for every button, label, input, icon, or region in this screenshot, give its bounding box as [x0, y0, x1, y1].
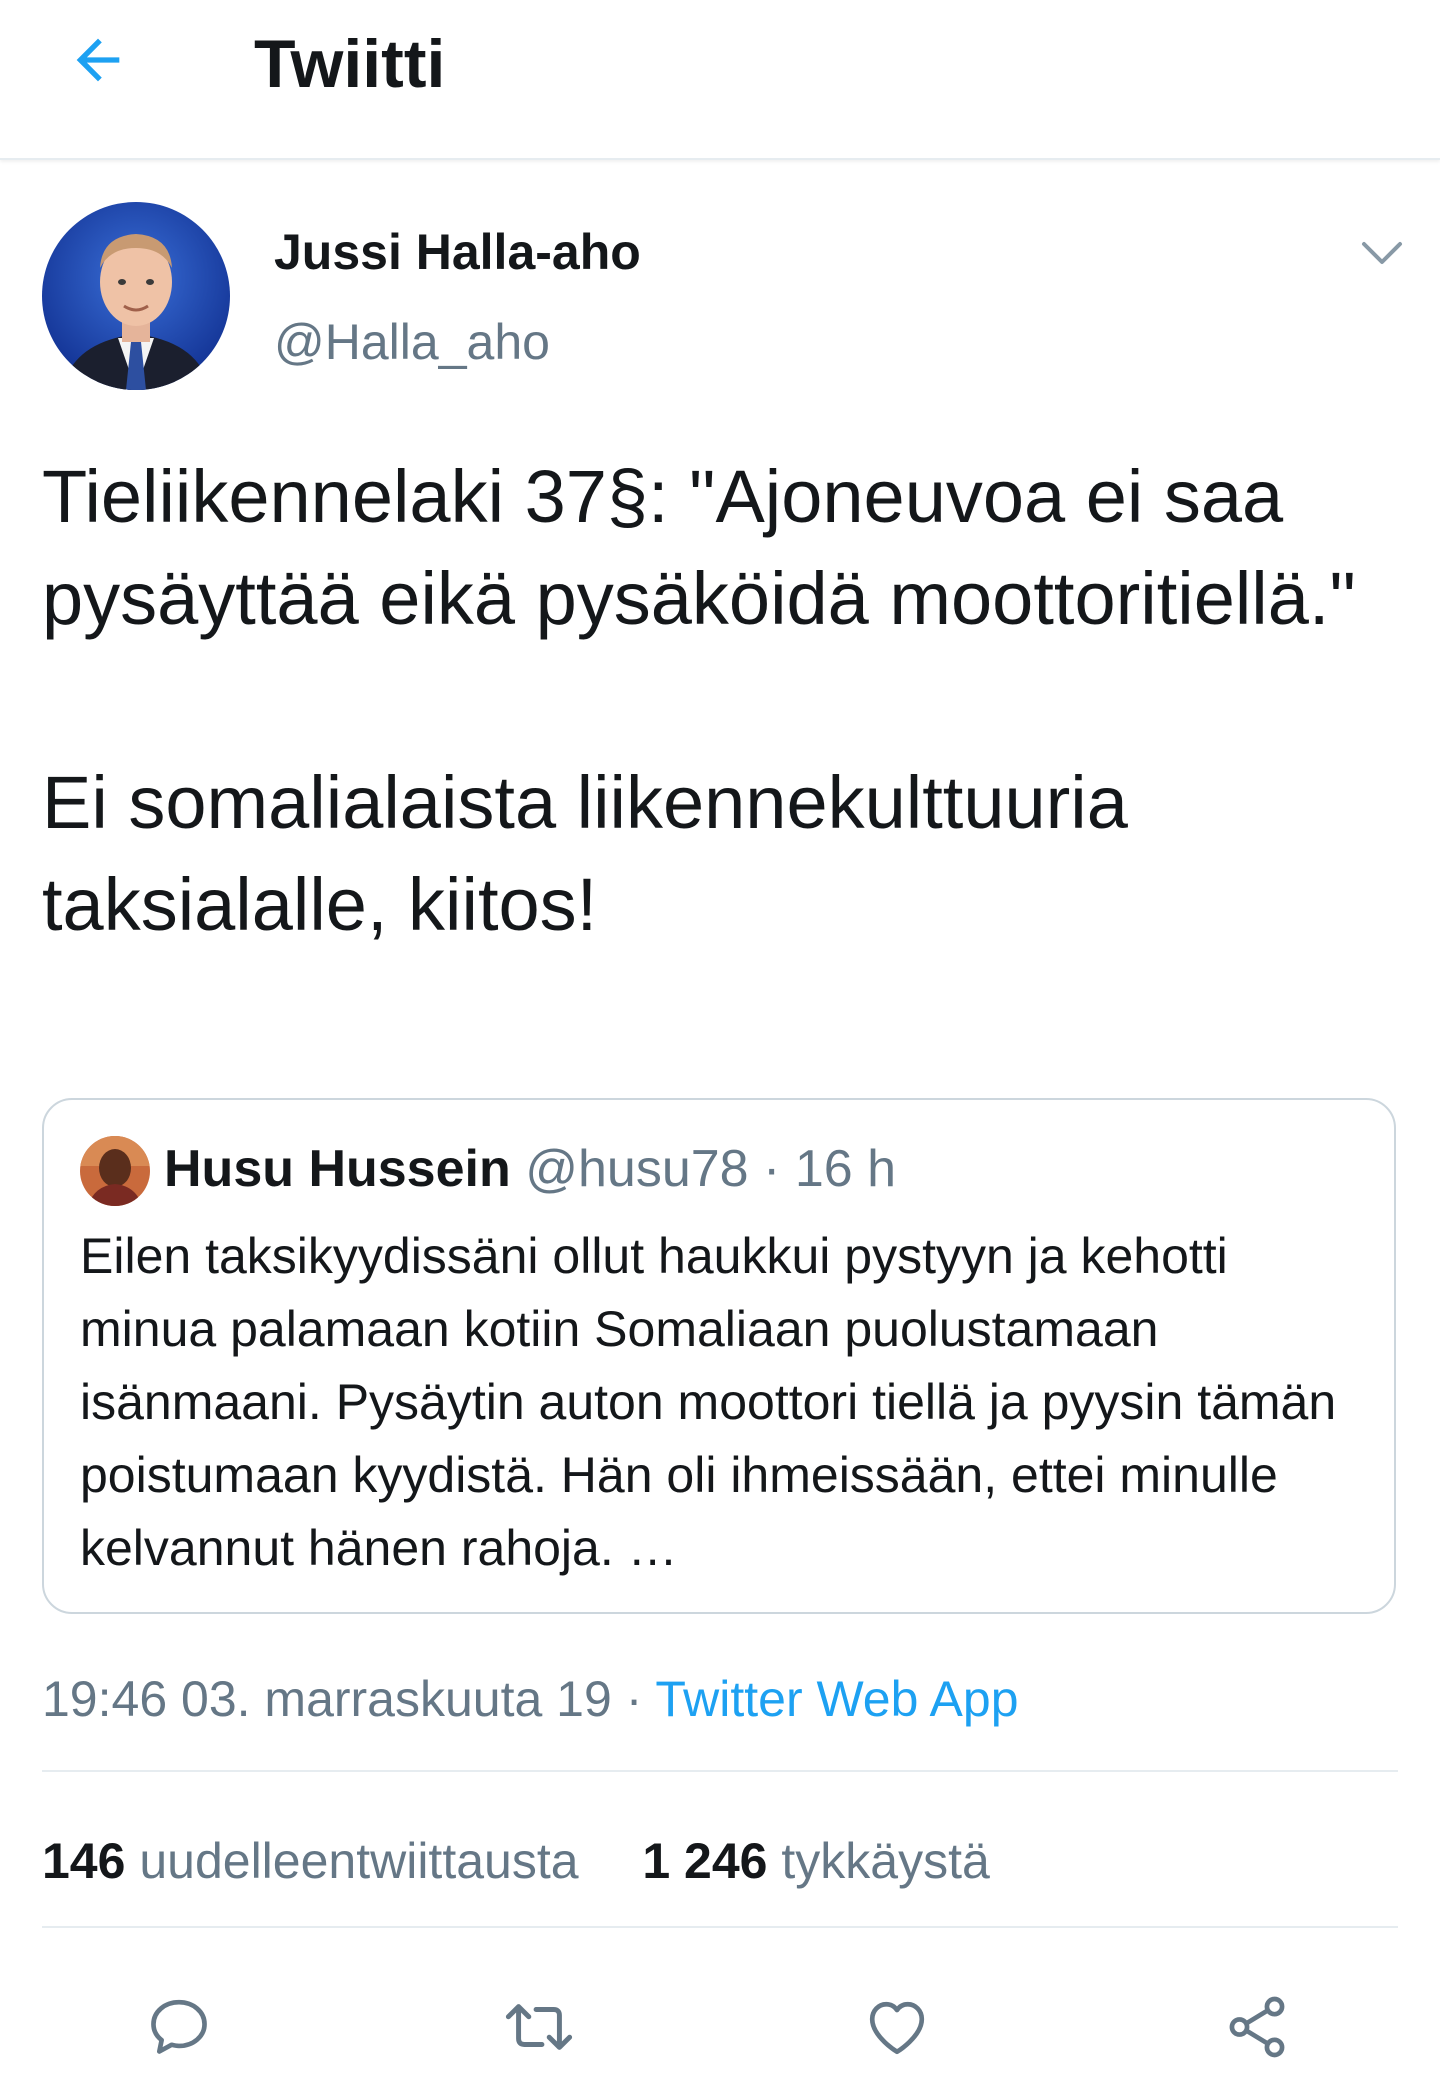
- tweet-text: Tieliikennelaki 37§: "Ajoneuvoa ei saa p…: [42, 446, 1402, 956]
- tweet-paragraph: Tieliikennelaki 37§: "Ajoneuvoa ei saa p…: [42, 455, 1356, 640]
- quoted-separator: ·: [763, 1140, 781, 1198]
- likes-stat[interactable]: 1 246 tykkäystä: [642, 1826, 989, 1896]
- quoted-author-name: Husu Hussein: [164, 1140, 511, 1198]
- tweet-source-link[interactable]: Twitter Web App: [655, 1671, 1018, 1727]
- divider: [42, 1926, 1398, 1928]
- tweet-menu-button[interactable]: [1352, 228, 1412, 278]
- tweet-timestamp: 19:46 03. marraskuuta 19: [42, 1671, 612, 1727]
- author-handle[interactable]: @Halla_aho: [274, 312, 550, 372]
- retweet-button[interactable]: [494, 1982, 584, 2072]
- retweet-icon: [505, 2004, 573, 2050]
- tweet-timestamp-row: 19:46 03. marraskuuta 19 · Twitter Web A…: [42, 1664, 1019, 1734]
- share-button[interactable]: [1212, 1982, 1302, 2072]
- source-separator: ·: [625, 1671, 643, 1727]
- reply-button[interactable]: [134, 1982, 224, 2072]
- quoted-tweet-text: Eilen taksikyydissäni ollut haukkui pyst…: [80, 1228, 1337, 1576]
- quoted-header: Husu Hussein @husu78 · 16 h: [164, 1134, 896, 1204]
- quoted-tweet-card[interactable]: Husu Hussein @husu78 · 16 h Eilen taksik…: [42, 1098, 1396, 1614]
- share-icon: [1229, 1996, 1285, 2058]
- quoted-author-handle: @husu78: [525, 1140, 749, 1198]
- author-avatar[interactable]: [42, 202, 230, 390]
- chevron-down-icon: [1362, 242, 1402, 264]
- avatar-image: [42, 202, 230, 390]
- top-bar: Twiitti: [0, 0, 1440, 160]
- tweet-paragraph: Ei somalialaista liikennekulttuuria taks…: [42, 761, 1128, 946]
- back-button[interactable]: [62, 24, 134, 96]
- like-icon: [869, 2001, 925, 2055]
- arrow-left-icon: [76, 38, 120, 82]
- retweets-label: uudelleentwiittausta: [139, 1833, 579, 1889]
- tweet-stats: 146 uudelleentwiittausta 1 246 tykkäystä: [42, 1826, 990, 1896]
- divider: [42, 1770, 1398, 1772]
- retweets-stat[interactable]: 146 uudelleentwiittausta: [42, 1826, 579, 1896]
- likes-count: 1 246: [642, 1833, 768, 1889]
- quoted-time: 16 h: [794, 1140, 897, 1198]
- page-title: Twiitti: [254, 26, 446, 102]
- likes-label: tykkäystä: [781, 1833, 990, 1889]
- quoted-avatar: [80, 1136, 150, 1206]
- author-name[interactable]: Jussi Halla-aho: [274, 222, 641, 282]
- reply-icon: [151, 1999, 207, 2054]
- like-button[interactable]: [852, 1982, 942, 2072]
- retweets-count: 146: [42, 1833, 126, 1889]
